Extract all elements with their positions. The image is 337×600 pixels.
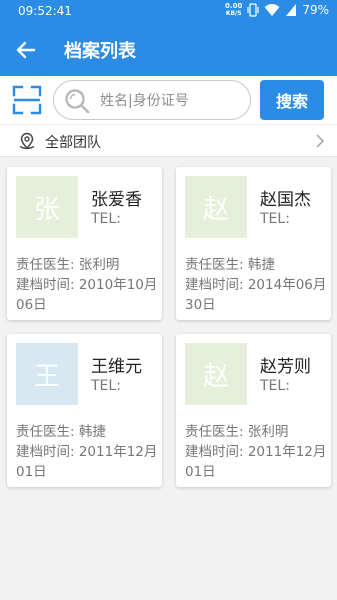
record-doctor: 责任医生: 张利明 [16, 257, 120, 273]
status-bar: 09:52:41 0.00 KB/S 79% [0, 0, 337, 24]
record-doctor: 责任医生: 韩捷 [185, 257, 275, 273]
record-name: 王维元 [91, 357, 142, 377]
scan-icon[interactable] [12, 85, 42, 115]
page-title: 档案列表 [64, 41, 136, 62]
record-name: 张爱香 [91, 190, 142, 210]
record-info: 责任医生: 韩捷 建档时间: 2011年12月01日 [16, 422, 158, 482]
search-row: 搜索 [0, 76, 337, 124]
net-speed: 0.00 KB/S [225, 2, 243, 18]
avatar: 赵 [185, 176, 247, 238]
app-bar: 档案列表 [0, 24, 337, 76]
battery-percent: 79% [302, 3, 329, 17]
location-pin-icon [19, 132, 35, 150]
avatar: 张 [16, 176, 78, 238]
record-created-date: 建档时间: 2011年12月01日 [16, 444, 158, 480]
avatar: 王 [16, 343, 78, 405]
signal-icon [286, 4, 297, 16]
chevron-right-icon [316, 134, 325, 148]
team-filter-label: 全部团队 [45, 135, 101, 151]
search-button[interactable]: 搜索 [260, 80, 324, 120]
record-tel: TEL: [260, 211, 290, 227]
record-tel: TEL: [260, 378, 290, 394]
search-icon [65, 89, 90, 114]
net-speed-unit: KB/S [225, 10, 242, 17]
status-time: 09:52:41 [18, 4, 72, 18]
record-info: 责任医生: 张利明 建档时间: 2010年10月06日 [16, 255, 158, 315]
record-info: 责任医生: 韩捷 建档时间: 2014年06月30日 [185, 255, 327, 315]
team-filter-row[interactable]: 全部团队 [0, 124, 337, 157]
record-card[interactable]: 赵 赵芳则 TEL: 责任医生: 张利明 建档时间: 2011年12月01日 [176, 334, 331, 487]
record-doctor: 责任医生: 韩捷 [16, 424, 106, 440]
record-card[interactable]: 王 王维元 TEL: 责任医生: 韩捷 建档时间: 2011年12月01日 [7, 334, 162, 487]
record-doctor: 责任医生: 张利明 [185, 424, 289, 440]
search-input[interactable] [100, 90, 240, 112]
search-box[interactable] [53, 80, 251, 120]
record-created-date: 建档时间: 2011年12月01日 [185, 444, 327, 480]
record-card[interactable]: 赵 赵国杰 TEL: 责任医生: 韩捷 建档时间: 2014年06月30日 [176, 167, 331, 320]
vibrate-icon [247, 3, 259, 17]
record-name: 赵芳则 [260, 357, 311, 377]
record-info: 责任医生: 张利明 建档时间: 2011年12月01日 [185, 422, 327, 482]
net-speed-value: 0.00 [225, 2, 243, 10]
status-icons: 0.00 KB/S 79% [225, 2, 329, 18]
record-created-date: 建档时间: 2014年06月30日 [185, 277, 327, 313]
back-arrow-icon[interactable] [14, 38, 38, 62]
record-created-date: 建档时间: 2010年10月06日 [16, 277, 158, 313]
record-card[interactable]: 张 张爱香 TEL: 责任医生: 张利明 建档时间: 2010年10月06日 [7, 167, 162, 320]
avatar: 赵 [185, 343, 247, 405]
wifi-icon [264, 4, 280, 16]
record-tel: TEL: [91, 378, 121, 394]
record-name: 赵国杰 [260, 190, 311, 210]
record-tel: TEL: [91, 211, 121, 227]
